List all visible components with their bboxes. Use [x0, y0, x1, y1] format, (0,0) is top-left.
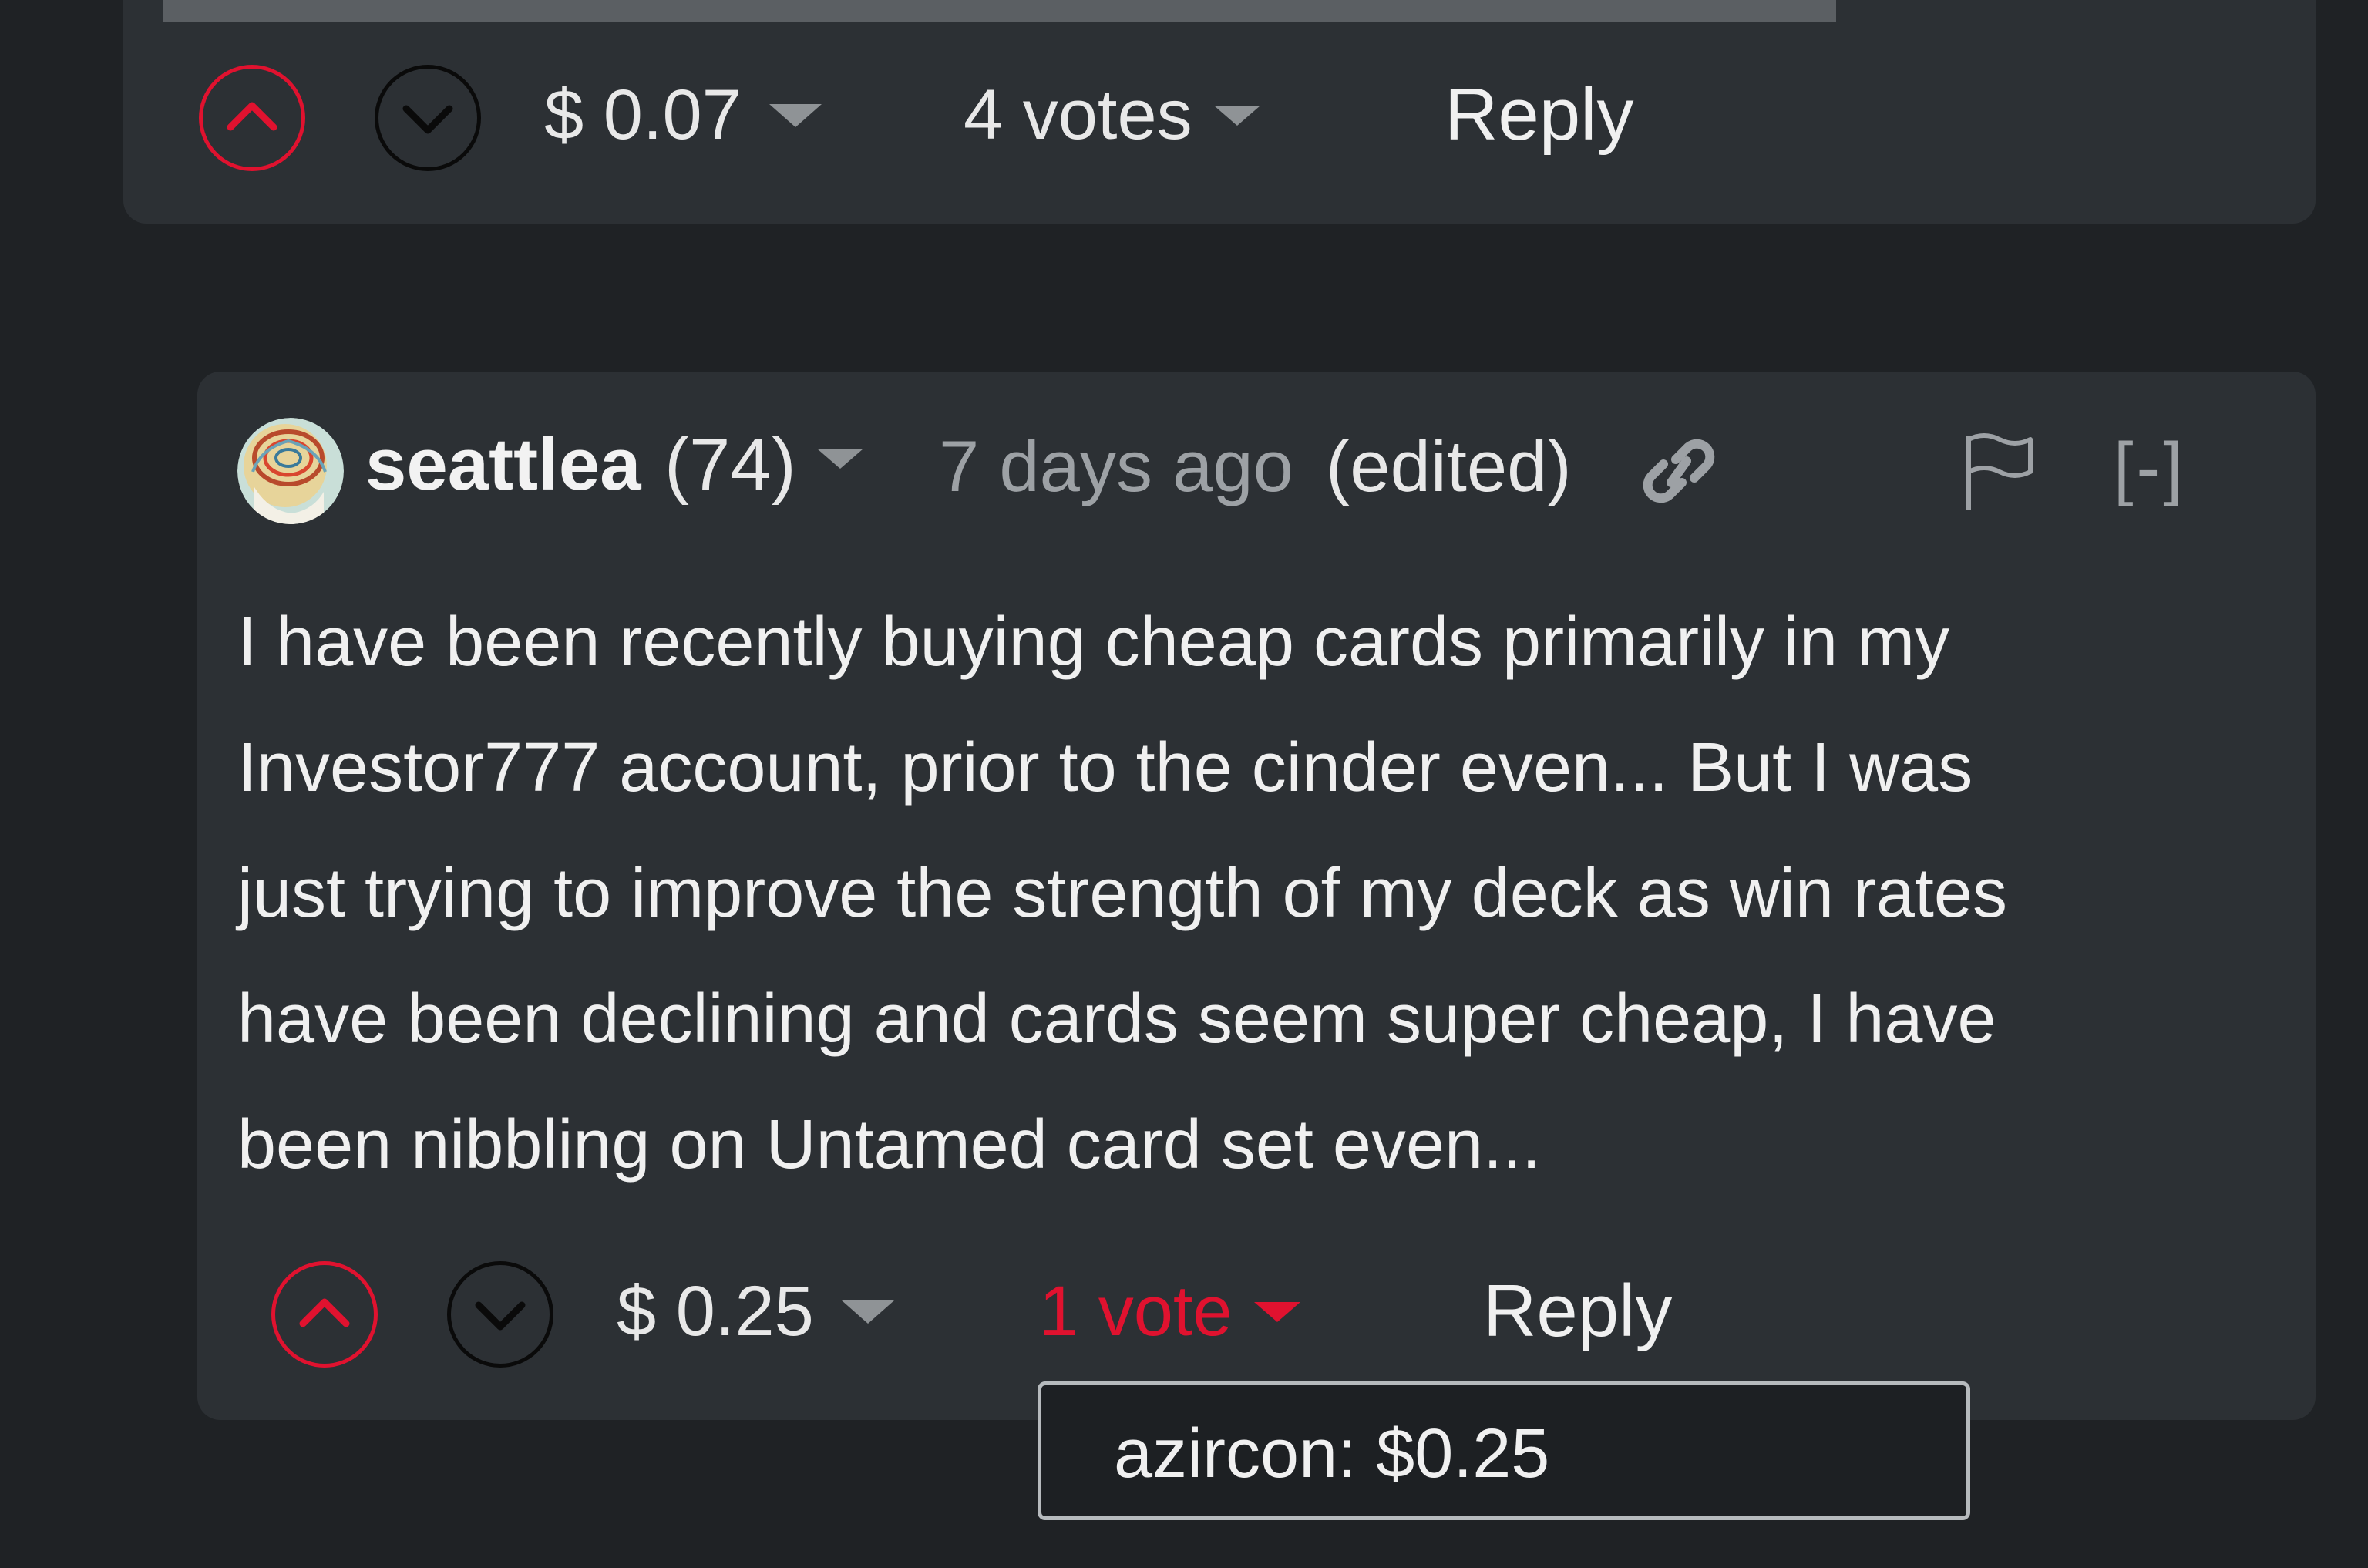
flag-icon[interactable] [1963, 432, 2035, 512]
link-icon[interactable] [1640, 429, 1717, 513]
upvote-button[interactable] [199, 65, 305, 171]
author-name[interactable]: seattlea [365, 422, 641, 507]
comment-body-line: been nibbling on Untamed card set even..… [237, 1106, 1542, 1183]
comments-thread: $ 0.07 4 votes Reply seattlea (74) 7 day… [0, 0, 2368, 1568]
reply-button[interactable]: Reply [1445, 72, 1633, 157]
payout-value: $ 0.25 [617, 1272, 814, 1351]
votes-count[interactable]: 4 votes [964, 72, 1260, 157]
chevron-down-icon [475, 1301, 526, 1331]
comment-timestamp[interactable]: 7 days ago [939, 424, 1293, 509]
chevron-up-icon [227, 102, 278, 131]
caret-down-icon [1213, 105, 1260, 126]
voter-entry: azircon: $0.25 [1114, 1415, 1550, 1492]
avatar[interactable] [237, 418, 344, 524]
comment-body-line: have been declining and cards seem super… [237, 981, 1996, 1058]
caret-down-icon [769, 103, 822, 127]
chevron-down-icon [402, 105, 453, 134]
collapse-toggle[interactable]: [-] [2114, 426, 2186, 510]
comment-body-line: Investor777 account, prior to the cinder… [237, 729, 1973, 806]
voters-tooltip: azircon: $0.25 [1038, 1381, 1970, 1520]
author-reputation: (74) [664, 423, 796, 506]
caret-down-icon [1253, 1301, 1300, 1322]
downvote-button[interactable] [375, 65, 481, 171]
caret-down-icon [841, 1300, 894, 1324]
avatar-image [237, 418, 344, 524]
votes-label: 1 vote [1039, 1272, 1233, 1351]
payout-amount[interactable]: $ 0.25 [617, 1269, 894, 1354]
comment-body-line: I have been recently buying cheap cards … [237, 604, 1950, 681]
chevron-up-icon [299, 1298, 350, 1327]
edited-label: (edited) [1326, 426, 1572, 506]
downvote-button[interactable] [447, 1261, 553, 1368]
reply-button[interactable]: Reply [1483, 1269, 1672, 1354]
votes-label: 4 votes [964, 76, 1192, 154]
author-menu-button[interactable] [817, 449, 863, 473]
upvote-button[interactable] [271, 1261, 378, 1368]
previous-comment-content-bar [163, 0, 1836, 22]
payout-value: $ 0.07 [544, 76, 742, 154]
comment-body-line: just trying to improve the strength of m… [237, 855, 2007, 932]
caret-down-icon [817, 449, 863, 469]
votes-count[interactable]: 1 vote [1039, 1269, 1300, 1354]
comment-body: I have been recently buying cheap cards … [237, 580, 2288, 1208]
payout-amount[interactable]: $ 0.07 [544, 72, 822, 157]
